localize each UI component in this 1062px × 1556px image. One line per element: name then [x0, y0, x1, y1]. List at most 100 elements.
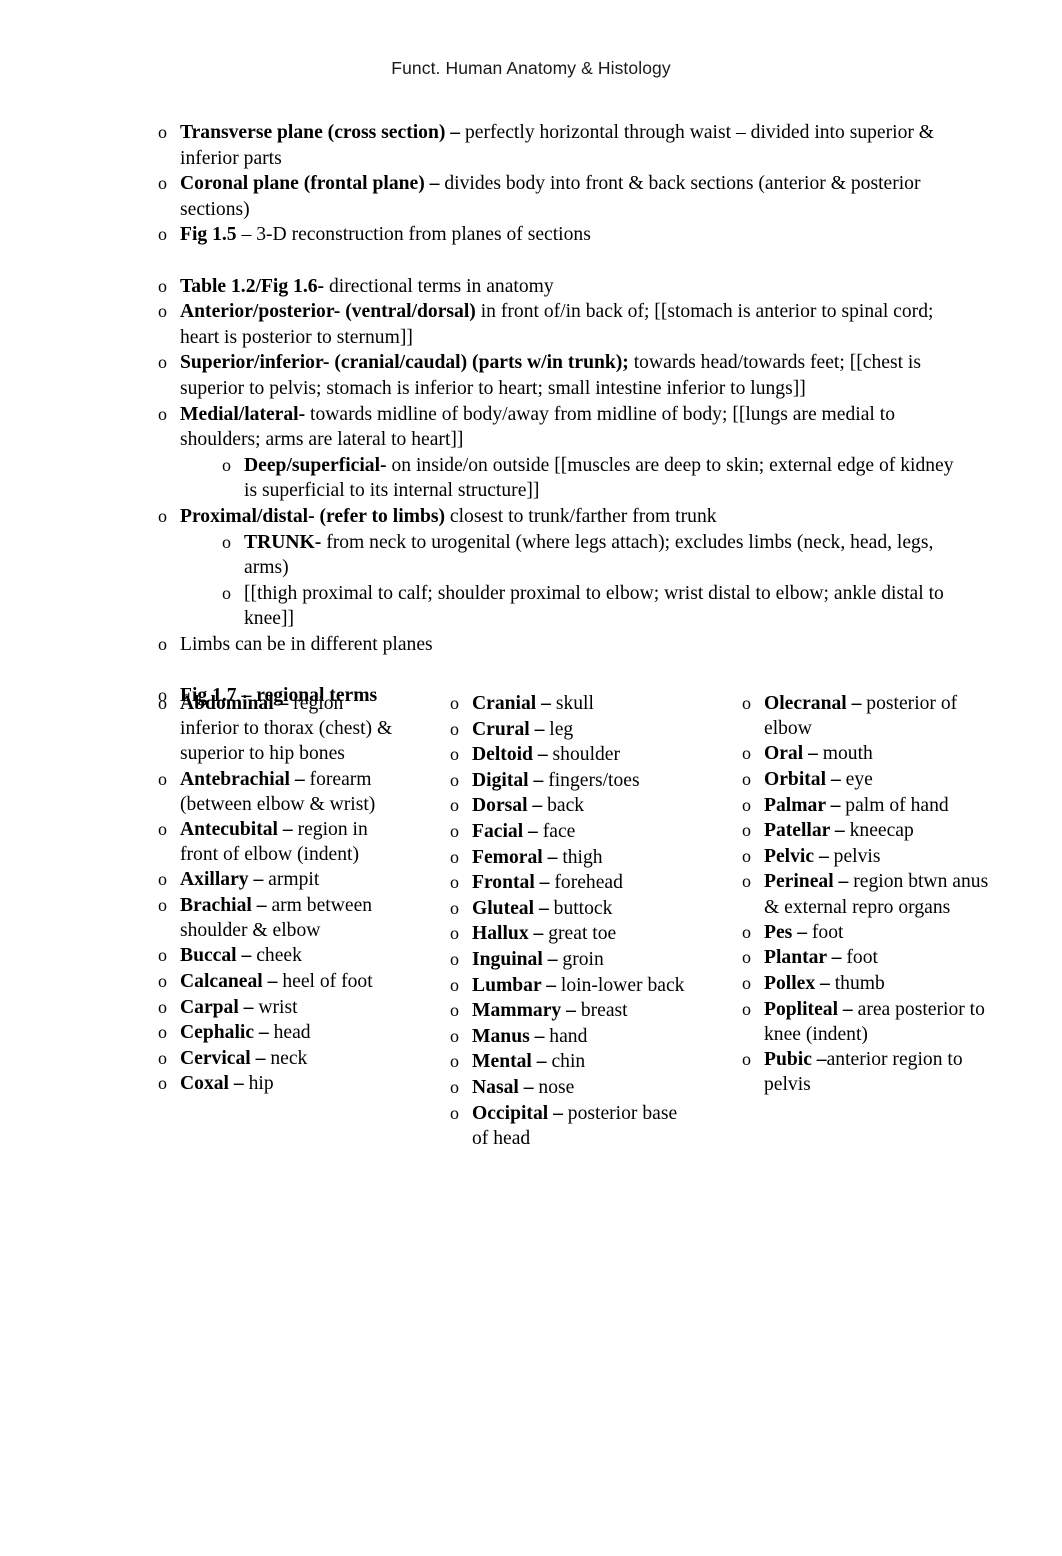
- regional-term-text: Palmar – palm of hand: [764, 793, 1004, 818]
- regional-term-name: Mammary –: [472, 1000, 576, 1022]
- list-item-text: Coronal plane (frontal plane) – divides …: [180, 171, 970, 222]
- regional-term-name: Cervical –: [180, 1047, 266, 1069]
- list-item: o TRUNK- from neck to urogenital (where l…: [150, 530, 970, 581]
- directional-terms-bullet-group: o Table 1.2/Fig 1.6- directional terms in…: [150, 274, 970, 658]
- regional-term-text: Manus – hand: [472, 1024, 692, 1049]
- list-item: o Anterior/posterior- (ventral/dorsal) in…: [150, 299, 970, 350]
- regional-term-item: o Pubic –anterior region to pelvis: [734, 1047, 1004, 1097]
- list-item: o Superior/inferior- (cranial/caudal) (pa…: [150, 350, 970, 401]
- regional-term-definition: great toe: [543, 923, 617, 945]
- regional-term-definition: groin: [557, 948, 604, 970]
- regional-term-item: o Pes – foot: [734, 920, 1004, 946]
- bullet-marker-icon: o: [158, 224, 167, 245]
- regional-term-name: Pelvic –: [764, 845, 829, 867]
- list-item-definition: closest to trunk/farther from trunk: [445, 505, 717, 527]
- list-item: o Coronal plane (frontal plane) – divides…: [150, 171, 970, 222]
- bullet-marker-icon: o: [158, 352, 167, 373]
- bullet-marker-icon: o: [450, 948, 459, 969]
- bullet-marker-icon: o: [158, 173, 167, 194]
- regional-term-name: Deltoid –: [472, 744, 548, 766]
- list-item: o Transverse plane (cross section) – perf…: [150, 120, 970, 171]
- regional-terms-columns: o Abdominal – region inferior to thorax (…: [150, 691, 1030, 1251]
- regional-term-item: o Hallux – great toe: [442, 921, 692, 947]
- regional-term-text: Inguinal – groin: [472, 947, 692, 972]
- regional-term-item: o Carpal – wrist: [150, 995, 400, 1021]
- regional-term-definition: loin-lower back: [556, 974, 685, 996]
- regional-term-name: Femoral –: [472, 846, 558, 868]
- regional-term-item: o Mental – chin: [442, 1049, 692, 1075]
- regional-term-text: Patellar – kneecap: [764, 818, 1004, 843]
- regional-term-definition: forehead: [549, 872, 623, 894]
- regional-term-name: Coxal –: [180, 1073, 244, 1095]
- regional-term-item: o Calcaneal – heel of foot: [150, 969, 400, 995]
- bullet-marker-icon: o: [450, 923, 459, 944]
- bullet-marker-icon: o: [742, 871, 751, 892]
- document-body: o Transverse plane (cross section) – perf…: [150, 120, 970, 709]
- regional-term-item: o Buccal – cheek: [150, 943, 400, 969]
- bullet-marker-icon: o: [450, 846, 459, 867]
- regional-term-text: Frontal – forehead: [472, 870, 692, 895]
- regional-term-text: Cranial – skull: [472, 691, 692, 716]
- bullet-marker-icon: o: [158, 403, 167, 424]
- regional-term-text: Facial – face: [472, 819, 692, 844]
- bullet-marker-icon: o: [450, 872, 459, 893]
- regional-term-text: Dorsal – back: [472, 793, 692, 818]
- regional-term-name: Olecranal –: [764, 693, 862, 714]
- list-item-term: Coronal plane (frontal plane) –: [180, 173, 440, 195]
- list-item-definition: from neck to urogenital (where legs atta…: [244, 531, 934, 579]
- regional-term-definition: neck: [265, 1047, 308, 1069]
- regional-term-text: Femoral – thigh: [472, 845, 692, 870]
- regional-term-name: Frontal –: [472, 872, 550, 894]
- regional-term-definition: breast: [575, 1000, 628, 1022]
- regional-term-name: Occipital –: [472, 1102, 563, 1124]
- bullet-marker-icon: o: [450, 1000, 459, 1021]
- regional-term-definition: back: [542, 795, 585, 817]
- list-item-text: [[thigh proximal to calf; shoulder proxi…: [244, 581, 970, 632]
- regional-term-name: Manus –: [472, 1025, 545, 1047]
- regional-term-text: Occipital – posterior base of head: [472, 1101, 692, 1151]
- bullet-marker-icon: o: [742, 769, 751, 789]
- bullet-marker-icon: o: [450, 897, 459, 918]
- regional-term-definition: face: [537, 820, 576, 842]
- bullet-marker-icon: o: [158, 275, 167, 296]
- bullet-marker-icon: o: [450, 744, 459, 765]
- regional-term-item: o Oral – mouth: [734, 741, 1004, 767]
- regional-term-name: Cephalic –: [180, 1022, 269, 1044]
- bullet-marker-icon: o: [742, 972, 751, 993]
- regional-term-name: Buccal –: [180, 945, 252, 967]
- regional-term-text: Pubic –anterior region to pelvis: [764, 1047, 1004, 1097]
- bullet-marker-icon: o: [742, 1048, 751, 1069]
- regional-term-item: o Cervical – neck: [150, 1046, 400, 1072]
- regional-term-name: Hallux –: [472, 923, 544, 945]
- list-item-definition: [[thigh proximal to calf; shoulder proxi…: [244, 582, 944, 630]
- regional-term-text: Buccal – cheek: [180, 943, 400, 968]
- regional-term-text: Gluteal – buttock: [472, 896, 692, 921]
- list-item: o Limbs can be in different planes: [150, 632, 970, 658]
- regional-term-definition: palm of hand: [840, 794, 949, 816]
- regional-term-text: Pelvic – pelvis: [764, 844, 1004, 869]
- regional-term-item: o Brachial – arm between shoulder & elbow: [150, 893, 400, 943]
- bullet-marker-icon: o: [222, 454, 231, 475]
- bullet-marker-icon: o: [158, 693, 167, 713]
- list-item-term: Deep/superficial-: [244, 454, 387, 476]
- list-item: o Medial/lateral- towards midline of body…: [150, 402, 970, 453]
- bullet-marker-icon: o: [158, 971, 167, 992]
- regional-term-text: Lumbar – loin-lower back: [472, 973, 692, 998]
- regional-term-definition: wrist: [253, 996, 298, 1018]
- list-item-text: Limbs can be in different planes: [180, 632, 970, 658]
- list-item-text: Transverse plane (cross section) – perfe…: [180, 120, 970, 171]
- regional-term-name: Nasal –: [472, 1076, 534, 1098]
- regional-term-item: o Perineal – region btwn anus & external …: [734, 869, 1004, 919]
- bullet-marker-icon: o: [158, 996, 167, 1017]
- regional-term-definition: nose: [533, 1076, 575, 1098]
- bullet-marker-icon: o: [742, 947, 751, 968]
- bullet-marker-icon: o: [158, 1073, 167, 1094]
- regional-term-item: o Plantar – foot: [734, 945, 1004, 971]
- bullet-marker-icon: o: [158, 869, 167, 890]
- regional-term-name: Cranial –: [472, 693, 551, 714]
- regional-term-item: o Dorsal – back: [442, 793, 692, 819]
- regional-term-text: Calcaneal – heel of foot: [180, 969, 400, 994]
- regional-term-text: Axillary – armpit: [180, 867, 400, 892]
- regional-terms-column-right: o Olecranal – posterior of elbow o Oral – m…: [734, 691, 1004, 1097]
- list-item: o Proximal/distal- (refer to limbs) close…: [150, 504, 970, 530]
